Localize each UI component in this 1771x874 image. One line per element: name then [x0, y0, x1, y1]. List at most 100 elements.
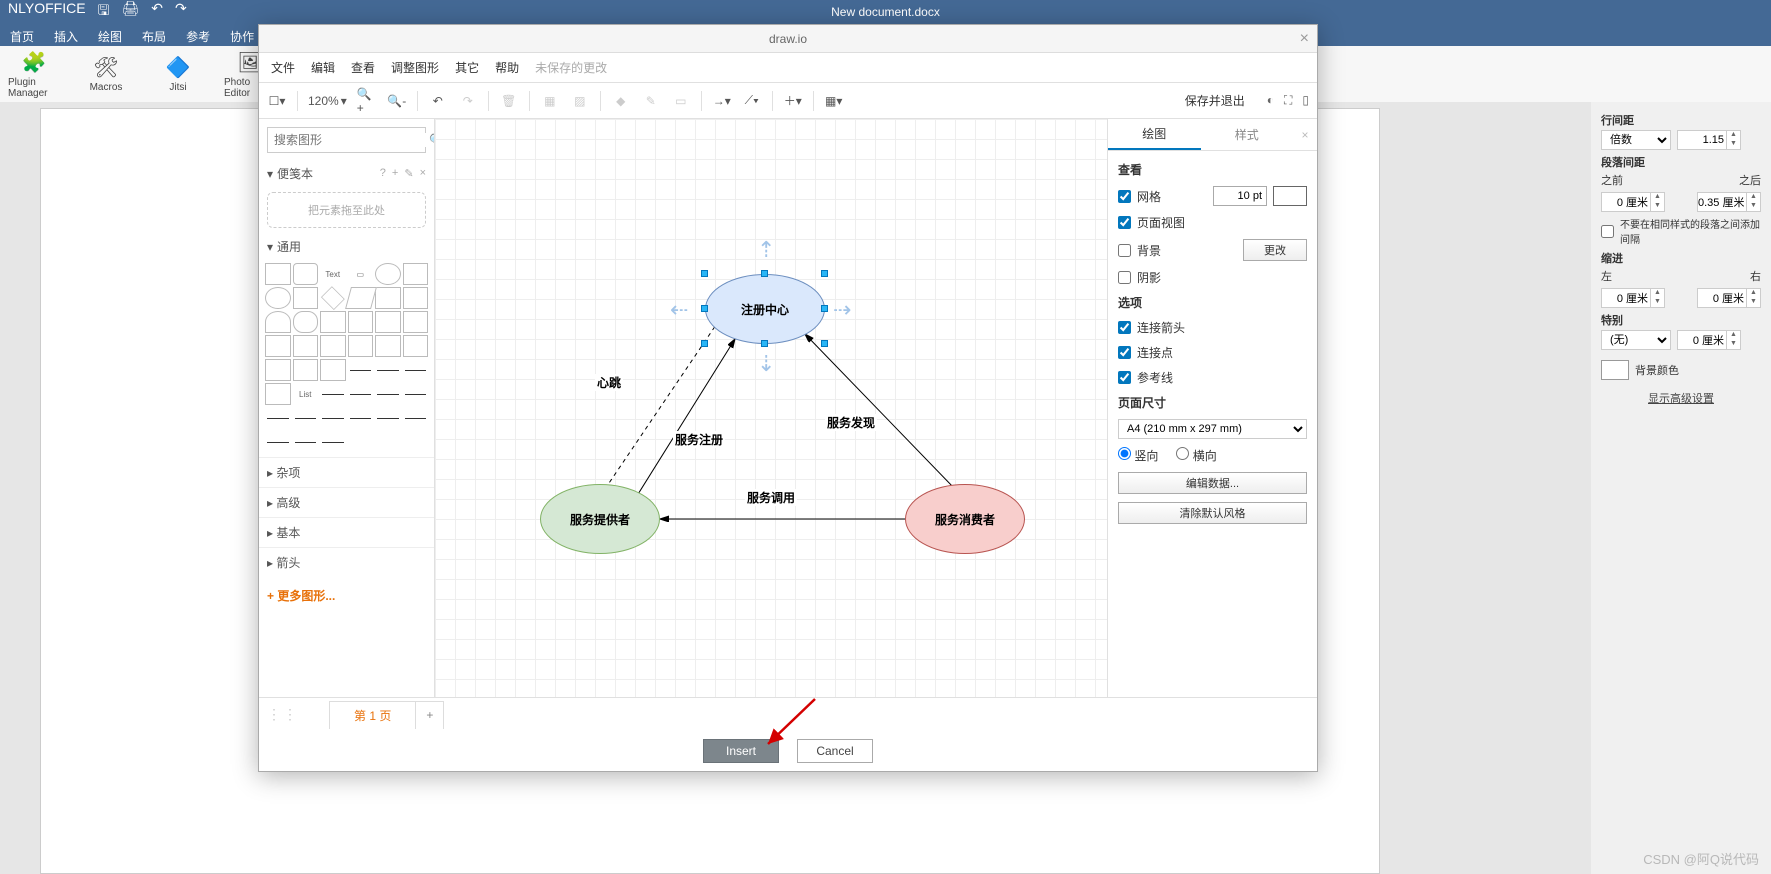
- undo-icon[interactable]: ↶: [151, 0, 163, 24]
- ribbon-macros[interactable]: 🛠Macros: [80, 50, 132, 98]
- connection-icon[interactable]: →▾: [712, 91, 732, 111]
- guides-checkbox[interactable]: [1118, 371, 1131, 384]
- spacing-after[interactable]: ▲▼: [1697, 192, 1761, 212]
- fill-icon[interactable]: ◆: [611, 91, 631, 111]
- label-discover[interactable]: 服务发现: [825, 414, 877, 431]
- undo-button[interactable]: ↶: [428, 91, 448, 111]
- shape-conn3[interactable]: [265, 431, 291, 453]
- zoom-out-icon[interactable]: 🔍-: [387, 91, 407, 111]
- cat-advanced[interactable]: ▸ 高级: [259, 487, 434, 517]
- close-icon[interactable]: ×: [420, 167, 426, 180]
- shape-trap[interactable]: [265, 335, 291, 357]
- sel-handle-se[interactable]: [821, 340, 828, 347]
- shape-hexagon[interactable]: [375, 287, 401, 309]
- zoom-in-icon[interactable]: 🔍+: [357, 91, 377, 111]
- shape-dashline[interactable]: [403, 383, 429, 405]
- shape-search-input[interactable]: [274, 133, 429, 147]
- landscape-radio[interactable]: 横向: [1176, 447, 1216, 464]
- shape-cloud[interactable]: [293, 311, 319, 333]
- shape-process[interactable]: [293, 287, 319, 309]
- add-shape-icon[interactable]: ＋▾: [783, 91, 803, 111]
- shape-line3[interactable]: [348, 407, 374, 429]
- shadow-checkbox[interactable]: [1118, 271, 1131, 284]
- delete-icon[interactable]: 🗑: [499, 91, 519, 111]
- stroke-icon[interactable]: ✎: [641, 91, 661, 111]
- tab-references[interactable]: 参考: [176, 24, 220, 46]
- clear-style-button[interactable]: 清除默认风格: [1118, 502, 1307, 524]
- shape-document[interactable]: [320, 311, 346, 333]
- shape-wave[interactable]: [320, 383, 346, 405]
- modal-close-button[interactable]: ×: [1300, 30, 1309, 48]
- sel-handle-e[interactable]: [821, 305, 828, 312]
- shape-triangle[interactable]: [403, 287, 429, 309]
- drawio-canvas[interactable]: 注册中心 ⇡ ⇣ ⇠ ⇢ 服务提供者 服务消费者 心跳 服务注册 服务发现 服务…: [435, 119, 1107, 697]
- same-style-checkbox[interactable]: [1601, 225, 1614, 238]
- shape-conn1[interactable]: [375, 407, 401, 429]
- conn-arrow-n-icon[interactable]: ⇡: [757, 237, 775, 263]
- redo-icon[interactable]: ↷: [175, 0, 187, 24]
- shape-list[interactable]: [265, 383, 291, 405]
- cat-arrow[interactable]: ▸ 箭头: [259, 547, 434, 577]
- sel-handle-nw[interactable]: [701, 270, 708, 277]
- indent-left[interactable]: ▲▼: [1601, 288, 1665, 308]
- line-spacing-value[interactable]: ▲▼: [1677, 130, 1741, 150]
- shape-textbox[interactable]: ▭: [348, 263, 374, 285]
- tab-draw[interactable]: 绘图: [88, 24, 132, 46]
- close-panel-icon[interactable]: ×: [1293, 119, 1317, 150]
- shape-data[interactable]: [320, 359, 346, 381]
- shape-circle[interactable]: [265, 287, 291, 309]
- shape-parallelogram[interactable]: [345, 287, 376, 309]
- sel-handle-s[interactable]: [761, 340, 768, 347]
- sel-handle-n[interactable]: [761, 270, 768, 277]
- pageview-checkbox[interactable]: [1118, 216, 1131, 229]
- shape-line1[interactable]: [293, 407, 319, 429]
- shape-text[interactable]: Text: [320, 263, 346, 285]
- print-icon[interactable]: 🖨: [121, 0, 139, 24]
- shape-roundrect[interactable]: [293, 263, 319, 285]
- shape-and[interactable]: [293, 359, 319, 381]
- shape-cylinder[interactable]: [265, 311, 291, 333]
- add-page-button[interactable]: +: [416, 701, 444, 729]
- menu-view[interactable]: 查看: [351, 59, 375, 76]
- shape-actor[interactable]: [403, 335, 429, 357]
- edit-data-button[interactable]: 编辑数据...: [1118, 472, 1307, 494]
- tab-home[interactable]: 首页: [0, 24, 44, 46]
- shape-rect[interactable]: [265, 263, 291, 285]
- tofront-icon[interactable]: ▦: [540, 91, 560, 111]
- grid-size-input[interactable]: [1213, 186, 1267, 206]
- page-tab-1[interactable]: 第 1 页: [329, 701, 416, 729]
- waypoint-icon[interactable]: ⟋▾: [742, 91, 762, 111]
- redo-button[interactable]: ↷: [458, 91, 478, 111]
- show-advanced-link[interactable]: 显示高级设置: [1601, 390, 1761, 406]
- grid-checkbox[interactable]: [1118, 190, 1131, 203]
- shape-conn2[interactable]: [403, 407, 429, 429]
- shape-uarrow[interactable]: [375, 383, 401, 405]
- special-value[interactable]: ▲▼: [1677, 330, 1741, 350]
- tab-insert[interactable]: 插入: [44, 24, 88, 46]
- shape-square[interactable]: [403, 263, 429, 285]
- tab-diagram[interactable]: 绘图: [1108, 119, 1201, 150]
- shape-curve[interactable]: [348, 359, 374, 381]
- add-icon[interactable]: +: [392, 167, 398, 180]
- shape-dotline[interactable]: [265, 407, 291, 429]
- help-icon[interactable]: ?: [380, 167, 386, 180]
- shape-or[interactable]: [265, 359, 291, 381]
- tab-style[interactable]: 样式: [1201, 119, 1294, 150]
- shape-card[interactable]: [348, 335, 374, 357]
- tab-layout[interactable]: 布局: [132, 24, 176, 46]
- portrait-radio[interactable]: 竖向: [1118, 447, 1158, 464]
- shape-step[interactable]: [403, 311, 429, 333]
- cat-basic[interactable]: ▸ 基本: [259, 517, 434, 547]
- shape-line2[interactable]: [320, 407, 346, 429]
- conn-points-checkbox[interactable]: [1118, 346, 1131, 359]
- more-shapes-button[interactable]: + 更多图形...: [259, 577, 434, 614]
- table-icon[interactable]: ▦▾: [824, 91, 844, 111]
- shape-tape[interactable]: [293, 335, 319, 357]
- conn-arrow-s-icon[interactable]: ⇣: [757, 351, 775, 377]
- conn-arrow-e-icon[interactable]: ⇢: [833, 297, 851, 323]
- indent-right[interactable]: ▲▼: [1697, 288, 1761, 308]
- zoom-select[interactable]: 120%▾: [308, 94, 347, 108]
- grid-color-swatch[interactable]: [1273, 186, 1307, 206]
- node-registry[interactable]: 注册中心: [705, 274, 825, 344]
- shape-note[interactable]: [320, 335, 346, 357]
